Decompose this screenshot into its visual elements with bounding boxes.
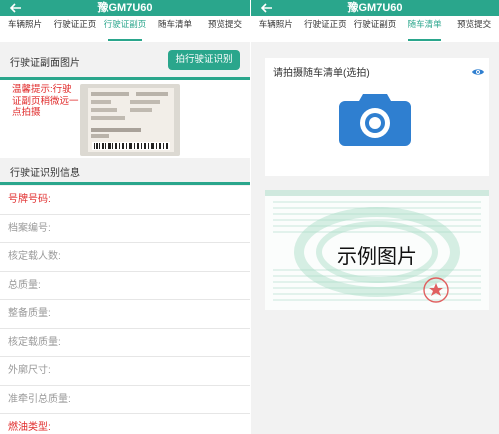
license-back-photo-header: 行驶证副面图片 拍行驶证识别 [0,44,250,77]
divider [0,182,250,185]
tab-license-front[interactable]: 行驶证正页 [301,16,351,42]
section-label: 行驶证识别信息 [10,168,80,179]
title-bar: 豫GM7U60 [251,0,499,16]
tab-bar: 车辆照片 行驶证正页 行驶证副页 随车清单 预览提交 [251,16,499,42]
tip-text: 温馨提示:行驶证副页稍微远一点拍摄 [12,84,79,118]
title-bar: 豫GM7U60 [0,0,250,16]
page-title: 豫GM7U60 [97,2,153,14]
field-towing-mass[interactable]: 准牵引总质量: [0,386,250,414]
tab-vehicle-checklist[interactable]: 随车清单 [150,16,200,42]
recognition-fields: 号牌号码: 档案编号: 核定载人数: 总质量: 整备质量: 核定载质量: 外廓尺… [0,186,250,434]
field-curb-mass[interactable]: 整备质量: [0,300,250,329]
camera-icon[interactable] [337,88,413,148]
field-seating-capacity[interactable]: 核定载人数: [0,243,250,272]
page-title: 豫GM7U60 [347,2,403,14]
ocr-scan-button[interactable]: 拍行驶证识别 [168,50,240,70]
photo-area: 温馨提示:行驶证副页稍微远一点拍摄 [0,80,250,158]
tab-license-front[interactable]: 行驶证正页 [50,16,100,42]
tab-bar: 车辆照片 行驶证正页 行驶证副页 随车清单 预览提交 [0,16,250,42]
field-file-number[interactable]: 档案编号: [0,215,250,243]
field-fuel-type[interactable]: 燃油类型: [0,414,250,434]
license-card-graphic [88,88,174,152]
tab-vehicle-checklist[interactable]: 随车清单 [400,16,450,42]
recognition-info-header: 行驶证识别信息 [0,158,250,182]
tab-vehicle-photos[interactable]: 车辆照片 [0,16,50,42]
tab-vehicle-photos[interactable]: 车辆照片 [251,16,301,42]
tab-preview-submit[interactable]: 预览提交 [449,16,499,42]
checklist-photo-card: 请拍摄随车清单(选拍) [265,58,489,176]
section-label: 行驶证副面图片 [10,58,80,69]
field-rated-load[interactable]: 核定载质量: [0,329,250,357]
left-screen: 豫GM7U60 车辆照片 行驶证正页 行驶证副页 随车清单 预览提交 行驶证副面… [0,0,250,434]
license-back-photo[interactable] [80,84,180,156]
tab-license-back[interactable]: 行驶证副页 [100,16,150,42]
tab-license-back[interactable]: 行驶证副页 [350,16,400,42]
field-gross-mass[interactable]: 总质量: [0,272,250,300]
right-screen: 豫GM7U60 车辆照片 行驶证正页 行驶证副页 随车清单 预览提交 请拍摄随车… [251,0,499,434]
photo-label: 请拍摄随车清单(选拍) [273,68,370,79]
eye-icon[interactable] [471,64,485,75]
field-dimensions[interactable]: 外廓尺寸: [0,357,250,386]
field-plate-number[interactable]: 号牌号码: [0,186,250,215]
tab-preview-submit[interactable]: 预览提交 [200,16,250,42]
sample-caption: 示例图片 [337,246,417,268]
sample-image: 示例图片 [265,190,489,310]
